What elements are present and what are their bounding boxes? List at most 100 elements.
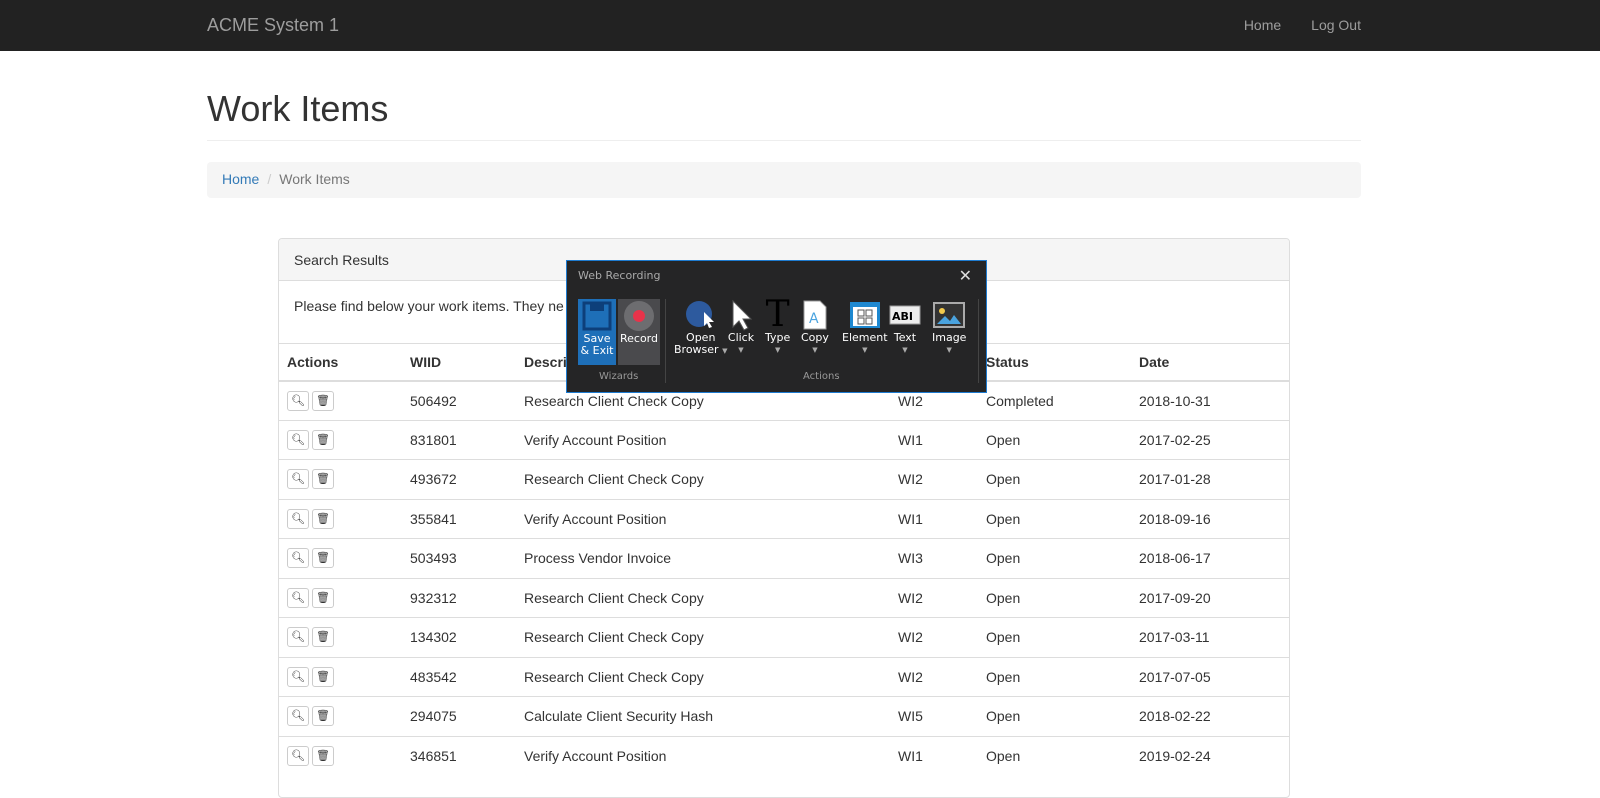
cell-type: WI3 bbox=[890, 538, 978, 578]
delete-button[interactable]: 🗑︎ bbox=[312, 587, 334, 608]
cell-description: Verify Account Position bbox=[516, 419, 890, 460]
row-actions: 🔍︎ 🗑︎ bbox=[279, 459, 402, 499]
cell-type: WI1 bbox=[890, 498, 978, 539]
column-header: Date bbox=[1131, 343, 1289, 382]
view-button[interactable]: 🔍︎ bbox=[287, 627, 309, 648]
search-icon: 🔍︎ bbox=[291, 433, 305, 446]
element-tool-button[interactable]: Element ▼ bbox=[842, 298, 888, 356]
cell-date: 2017-02-25 bbox=[1131, 419, 1289, 460]
breadcrumb-home[interactable]: Home bbox=[222, 171, 259, 187]
save-exit-button[interactable]: Save & Exit bbox=[578, 299, 616, 365]
chevron-down-icon: ▼ bbox=[812, 346, 818, 354]
save-label: Save & Exit bbox=[580, 332, 614, 357]
cell-status: Open bbox=[978, 419, 1131, 460]
cell-type: WI1 bbox=[890, 735, 978, 776]
cell-date: 2019-02-24 bbox=[1131, 735, 1289, 776]
text-tool-button[interactable]: ABI Text ▼ bbox=[889, 298, 921, 356]
wizards-group-label: Wizards bbox=[599, 371, 639, 382]
view-button[interactable]: 🔍︎ bbox=[287, 746, 309, 766]
tool-label: Copy bbox=[801, 331, 829, 344]
trash-icon: 🗑︎ bbox=[316, 394, 330, 407]
view-button[interactable]: 🔍︎ bbox=[287, 666, 309, 687]
text-icon: ABI bbox=[889, 298, 921, 332]
delete-button[interactable]: 🗑︎ bbox=[312, 429, 334, 450]
image-tool-button[interactable]: Image ▼ bbox=[932, 298, 966, 356]
trash-icon: 🗑︎ bbox=[316, 670, 330, 683]
view-button[interactable]: 🔍︎ bbox=[287, 548, 309, 569]
search-icon: 🔍︎ bbox=[291, 631, 305, 644]
nav-logout-link[interactable]: Log Out bbox=[1311, 17, 1361, 33]
cell-description: Verify Account Position bbox=[516, 498, 890, 539]
delete-button[interactable]: 🗑︎ bbox=[312, 469, 334, 490]
view-button[interactable]: 🔍︎ bbox=[287, 706, 309, 727]
view-button[interactable]: 🔍︎ bbox=[287, 587, 309, 608]
row-actions: 🔍︎ 🗑︎ bbox=[279, 538, 402, 578]
tool-label-2: Browser bbox=[674, 343, 719, 356]
tool-label: Image bbox=[932, 331, 967, 344]
cursor-tool-button[interactable]: Click ▼ bbox=[727, 298, 755, 356]
cell-date: 2018-02-22 bbox=[1131, 696, 1289, 736]
cell-description: Research Client Check Copy bbox=[516, 459, 890, 499]
image-icon bbox=[932, 298, 966, 332]
view-button[interactable]: 🔍︎ bbox=[287, 469, 309, 490]
cell-type: WI5 bbox=[890, 696, 978, 736]
delete-button[interactable]: 🗑︎ bbox=[312, 746, 334, 766]
close-icon[interactable]: ✕ bbox=[959, 266, 972, 285]
cell-wiid: 294075 bbox=[402, 696, 516, 736]
breadcrumb: Home / Work Items bbox=[207, 162, 1361, 198]
cell-type: WI2 bbox=[890, 617, 978, 657]
delete-button[interactable]: 🗑︎ bbox=[312, 627, 334, 648]
cell-wiid: 355841 bbox=[402, 498, 516, 539]
breadcrumb-current: Work Items bbox=[279, 171, 350, 187]
table-row: 🔍︎ 🗑︎ 483542 Research Client Check Copy WI2 O… bbox=[279, 656, 1289, 697]
navbar: ACME System 1 Home Log Out bbox=[0, 0, 1600, 51]
delete-button[interactable]: 🗑︎ bbox=[312, 390, 334, 411]
trash-icon: 🗑︎ bbox=[316, 433, 330, 446]
row-actions: 🔍︎ 🗑︎ bbox=[279, 735, 402, 776]
trash-icon: 🗑︎ bbox=[316, 710, 330, 723]
record-button[interactable]: Record bbox=[618, 299, 660, 365]
cell-wiid: 831801 bbox=[402, 419, 516, 460]
delete-button[interactable]: 🗑︎ bbox=[312, 508, 334, 529]
row-actions: 🔍︎ 🗑︎ bbox=[279, 380, 402, 420]
column-header: WIID bbox=[402, 343, 516, 382]
delete-button[interactable]: 🗑︎ bbox=[312, 548, 334, 569]
cell-description: Verify Account Position bbox=[516, 735, 890, 776]
cell-type: WI2 bbox=[890, 459, 978, 499]
tool-label: Element bbox=[842, 331, 888, 344]
svg-text:A: A bbox=[809, 311, 819, 327]
copy-tool-button[interactable]: A Copy ▼ bbox=[801, 298, 829, 356]
cell-wiid: 346851 bbox=[402, 735, 516, 776]
view-button[interactable]: 🔍︎ bbox=[287, 508, 309, 529]
table-row: 🔍︎ 🗑︎ 134302 Research Client Check Copy WI2 O… bbox=[279, 617, 1289, 657]
row-actions: 🔍︎ 🗑︎ bbox=[279, 419, 402, 460]
row-actions: 🔍︎ 🗑︎ bbox=[279, 696, 402, 736]
view-button[interactable]: 🔍︎ bbox=[287, 390, 309, 411]
cell-type: WI2 bbox=[890, 577, 978, 618]
view-button[interactable]: 🔍︎ bbox=[287, 429, 309, 450]
trash-icon: 🗑︎ bbox=[316, 552, 330, 565]
table-row: 🔍︎ 🗑︎ 346851 Verify Account Position WI1 Open… bbox=[279, 735, 1289, 776]
svg-text:ABI: ABI bbox=[892, 310, 913, 323]
cell-description: Research Client Check Copy bbox=[516, 577, 890, 618]
search-icon: 🔍︎ bbox=[291, 512, 305, 525]
cell-wiid: 134302 bbox=[402, 617, 516, 657]
cell-date: 2017-01-28 bbox=[1131, 459, 1289, 499]
nav-home-link[interactable]: Home bbox=[1244, 17, 1281, 33]
cell-status: Open bbox=[978, 498, 1131, 539]
delete-button[interactable]: 🗑︎ bbox=[312, 666, 334, 687]
row-actions: 🔍︎ 🗑︎ bbox=[279, 617, 402, 657]
brand[interactable]: ACME System 1 bbox=[207, 15, 339, 36]
table-row: 🔍︎ 🗑︎ 355841 Verify Account Position WI1 Open… bbox=[279, 498, 1289, 539]
cell-date: 2017-09-20 bbox=[1131, 577, 1289, 618]
globe-tool-button[interactable]: Open Browser ▼ bbox=[674, 298, 727, 357]
cell-date: 2018-09-16 bbox=[1131, 498, 1289, 539]
type-tool-button[interactable]: T Type ▼ bbox=[765, 294, 790, 356]
element-icon bbox=[842, 298, 888, 332]
search-icon: 🔍︎ bbox=[291, 591, 305, 604]
trash-icon: 🗑︎ bbox=[316, 512, 330, 525]
cell-wiid: 506492 bbox=[402, 380, 516, 420]
delete-button[interactable]: 🗑︎ bbox=[312, 706, 334, 727]
cell-date: 2017-07-05 bbox=[1131, 656, 1289, 697]
type-icon: T bbox=[765, 294, 790, 335]
